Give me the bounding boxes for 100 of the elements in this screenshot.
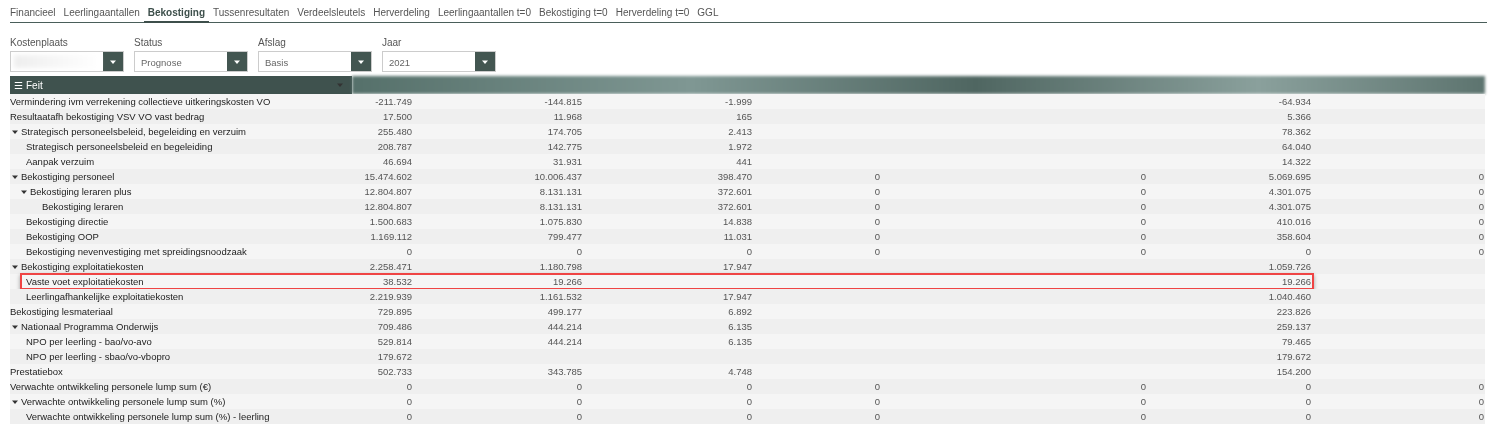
filter-label: Kostenplaats (10, 37, 69, 48)
row-label: NPO per leerling - sbao/vo-vbopro (26, 351, 171, 362)
table-cell: 0 (576, 396, 582, 407)
menu-icon[interactable]: ☰ (14, 79, 23, 91)
table-cell: 0 (746, 411, 752, 422)
table-cell: 5.069.695 (1268, 171, 1311, 182)
table-cell: 4.748 (728, 366, 752, 377)
table-cell: 12.804.807 (364, 201, 412, 212)
tab[interactable]: Verdeelsleutels (293, 5, 370, 23)
table-cell: 19.266 (552, 276, 582, 287)
dropdown-field[interactable]: Basis (258, 51, 372, 72)
table-cell: 174.705 (547, 126, 582, 137)
table-cell: 0 (1478, 186, 1484, 197)
table-cell: 17.947 (722, 261, 752, 272)
tab[interactable]: Leerlingaantallen t=0 (433, 5, 535, 23)
table-cell: 0 (1140, 171, 1146, 182)
table-cell: 15.474.602 (364, 171, 412, 182)
table-cell: 0 (1305, 381, 1311, 392)
table-cell: 0 (874, 201, 880, 212)
table-cell: 0 (746, 381, 752, 392)
table-cell: 0 (406, 396, 412, 407)
table-cell: 0 (746, 246, 752, 257)
table-cell: 0 (406, 411, 412, 422)
table-cell: 441 (736, 156, 752, 167)
table-cell: 0 (1478, 246, 1484, 257)
table-cell: 0 (1478, 171, 1484, 182)
table-cell: 372.601 (717, 186, 752, 197)
tab[interactable]: Bekostiging (143, 5, 209, 23)
table-cell: 8.131.131 (539, 201, 582, 212)
table-cell: 729.895 (377, 306, 412, 317)
tab[interactable]: Herverdeling t=0 (611, 5, 694, 23)
table-cell: -1.999 (725, 96, 752, 107)
table-cell: 0 (1140, 231, 1146, 242)
table-cell: 529.814 (377, 336, 412, 347)
table-cell: 6.135 (728, 321, 752, 332)
row-label: Bekostiging personeel (21, 171, 115, 182)
table-cell: 0 (874, 231, 880, 242)
row-label: Bekostiging nevenvestiging met spreidingsnoodzaak (26, 246, 247, 257)
table-cell: 0 (874, 171, 880, 182)
row-label: Nationaal Programma Onderwijs (21, 321, 159, 332)
row-label: Verwachte ontwikkeling personele lump sum (€) (10, 381, 212, 392)
table-cell: 0 (1478, 411, 1484, 422)
row-label: Aanpak verzuim (26, 156, 95, 167)
row-label: Leerlingafhankelijke exploitatiekosten (26, 291, 184, 302)
table-cell: 17.500 (382, 111, 412, 122)
row-label: Resultaatafh bekostiging VSV VO vast bedrag (10, 111, 205, 122)
table-cell: 11.031 (723, 231, 752, 242)
row-label: Vaste voet exploitatiekosten (26, 276, 144, 287)
table-cell: 0 (874, 216, 880, 227)
tab[interactable]: Leerlingaantallen (59, 5, 144, 23)
filter-label: Status (134, 37, 164, 48)
tab[interactable]: Herverdeling (369, 5, 434, 23)
table-cell: 444.214 (547, 321, 582, 332)
dropdown-caret-icon[interactable] (475, 52, 495, 71)
dropdown-caret-icon[interactable] (351, 52, 371, 71)
table-cell: 0 (1140, 201, 1146, 212)
dropdown-field[interactable] (10, 51, 124, 72)
table-cell: 1.040.460 (1268, 291, 1311, 302)
dropdown-field[interactable]: 2021 (382, 51, 496, 72)
table-cell: 0 (1478, 231, 1484, 242)
table-cell: 0 (576, 381, 582, 392)
table-cell: 31.931 (552, 156, 582, 167)
tab[interactable]: GGL (693, 5, 723, 23)
table-cell: 0 (1478, 381, 1484, 392)
table-cell: 0 (406, 381, 412, 392)
table-cell: 0 (1305, 246, 1311, 257)
table-cell: 165 (736, 111, 752, 122)
tab[interactable]: Bekostiging t=0 (535, 5, 612, 23)
table-cell: 255.480 (377, 126, 412, 137)
column-header[interactable]: ☰ Feit (10, 76, 352, 94)
dropdown-caret-icon[interactable] (227, 52, 247, 71)
tab[interactable]: Tussenresultaten (209, 5, 294, 23)
table-cell: 444.214 (547, 336, 582, 347)
table-cell: 10.006.437 (534, 171, 582, 182)
table-cell: 1.169.112 (370, 231, 412, 242)
table-cell: 179.672 (377, 351, 412, 362)
table-cell: -144.815 (544, 96, 582, 107)
table-cell: 2.219.939 (369, 291, 412, 302)
table-cell: 0 (1478, 396, 1484, 407)
dropdown-field[interactable]: Prognose (134, 51, 248, 72)
dropdown-caret-icon[interactable] (103, 52, 123, 71)
table-cell: 14.322 (1281, 156, 1311, 167)
row-label: Strategisch personeelsbeleid en begeleiding (26, 141, 213, 152)
table-cell: 372.601 (717, 201, 752, 212)
table-cell: 6.135 (728, 336, 752, 347)
table-cell: 38.532 (382, 276, 412, 287)
table-cell: 2.413 (728, 126, 752, 137)
table-cell: 358.604 (1276, 231, 1311, 242)
table-cell: 4.301.075 (1268, 186, 1311, 197)
tab[interactable]: Financieel (10, 5, 60, 23)
table-cell: 154.200 (1276, 366, 1311, 377)
table-cell: 223.826 (1276, 306, 1311, 317)
table-cell: 0 (406, 246, 412, 257)
table-cell: 0 (1305, 396, 1311, 407)
table-cell: 0 (1478, 201, 1484, 212)
table-cell: 1.180.798 (539, 261, 582, 272)
table-cell: 11.968 (553, 111, 582, 122)
table-cell: 2.258.471 (369, 261, 412, 272)
table-cell: 1.075.830 (539, 216, 582, 227)
table-cell: -211.749 (375, 96, 412, 107)
